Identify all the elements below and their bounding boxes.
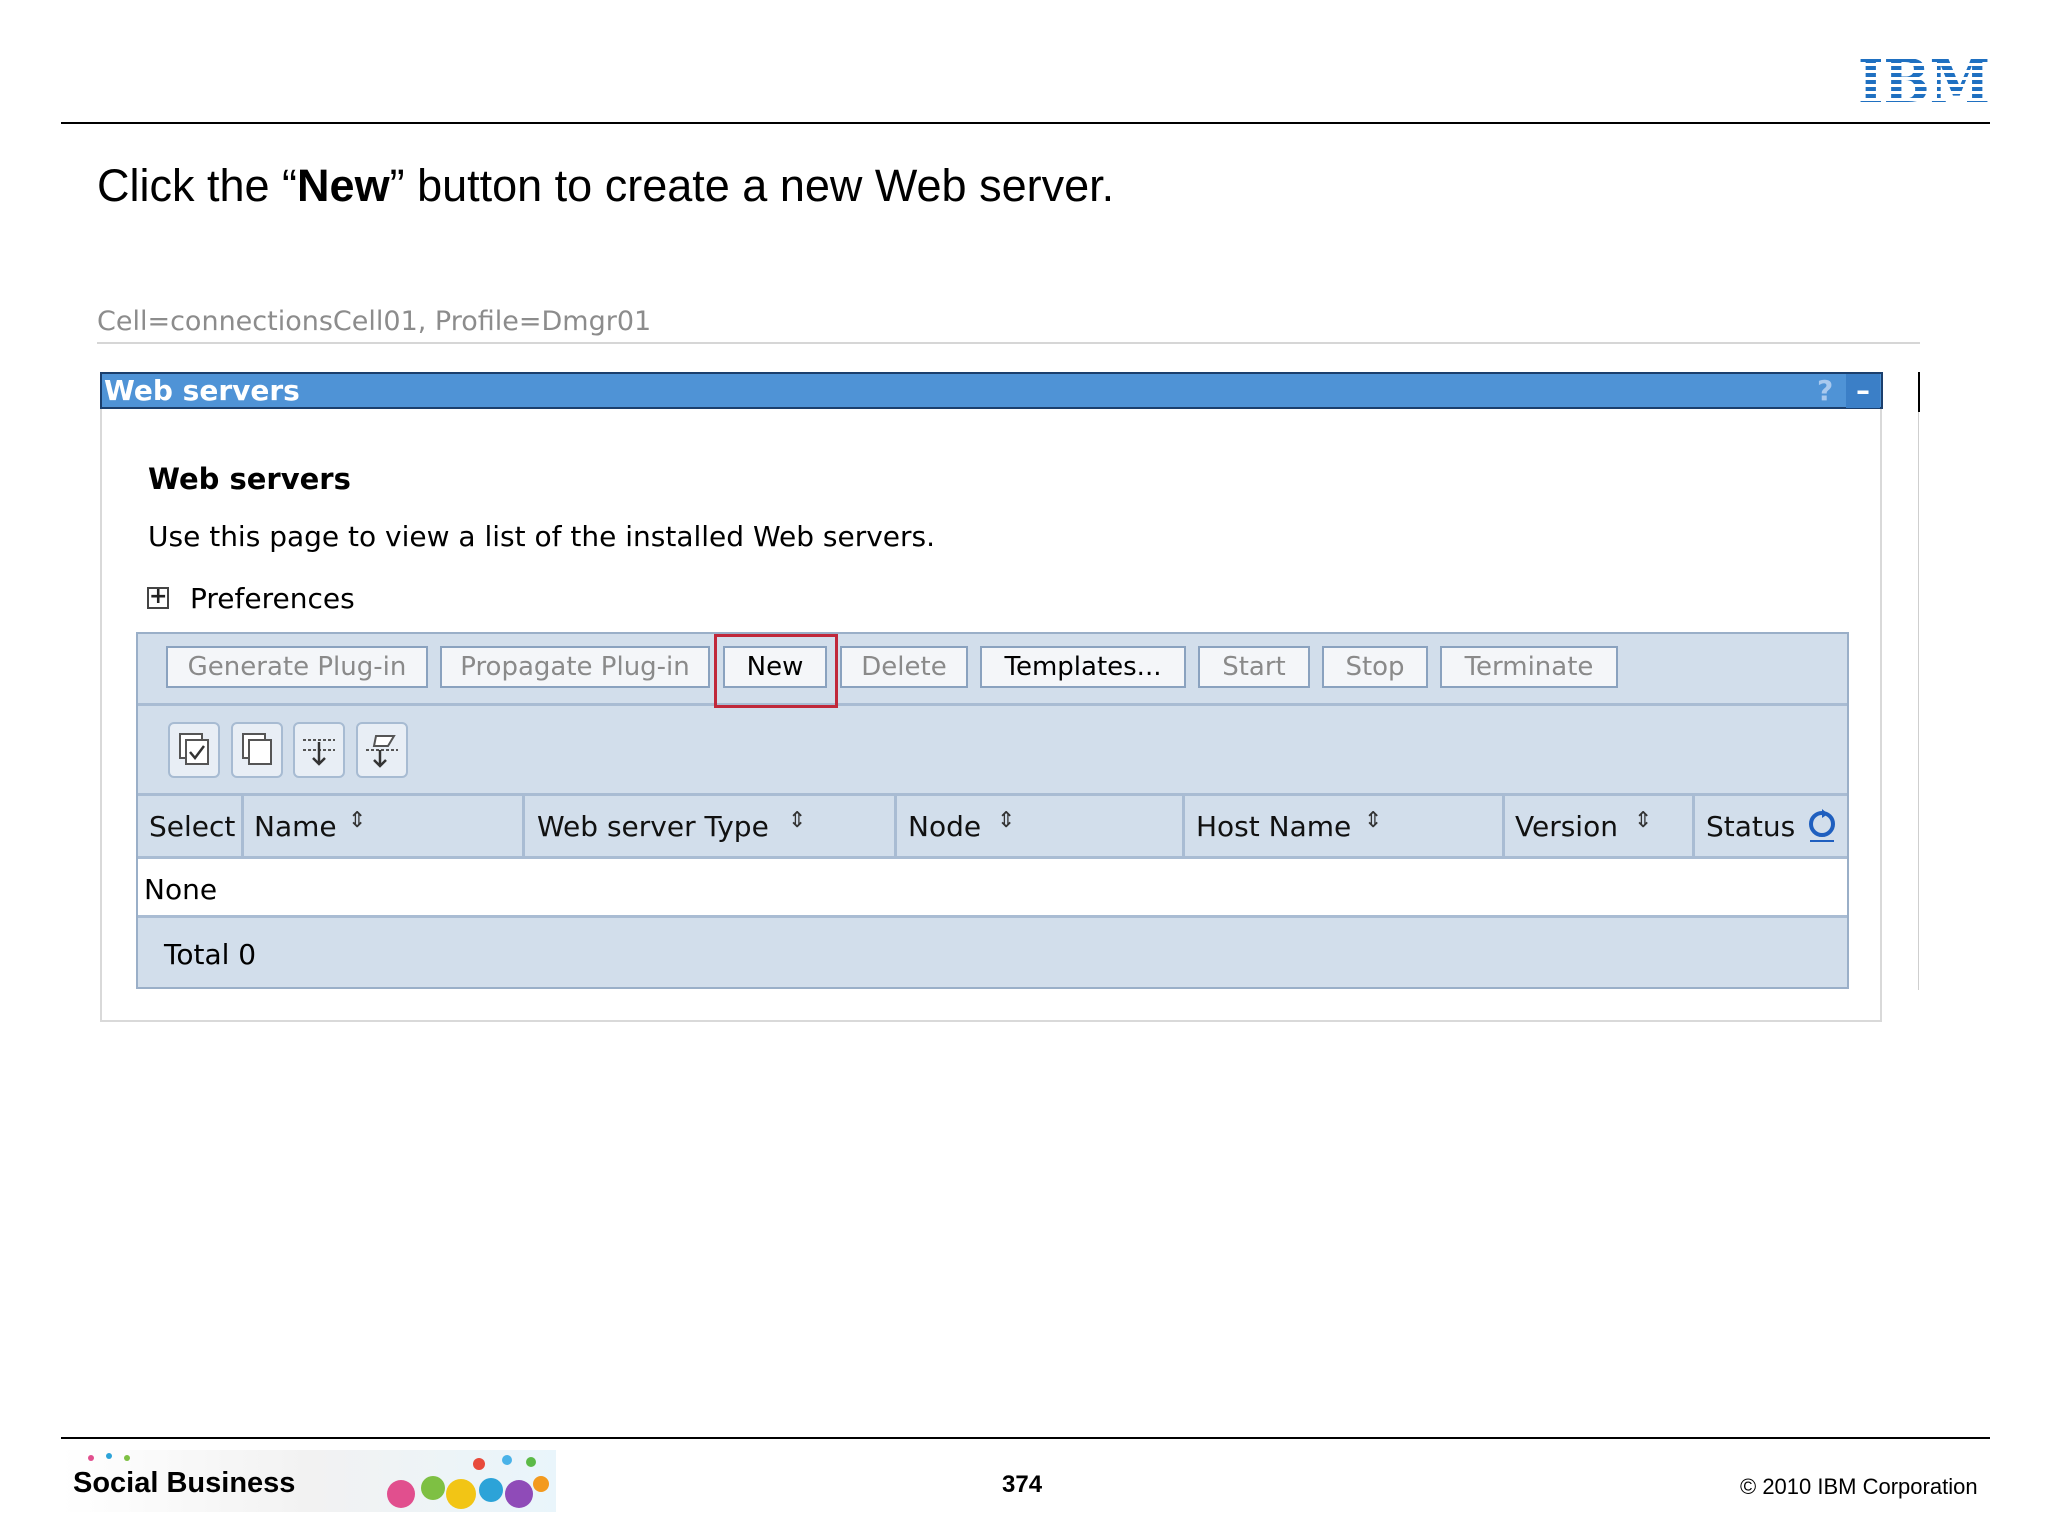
generate-plugin-button[interactable]: Generate Plug-in [166,646,428,688]
sort-icon[interactable]: ⇕ [348,808,366,833]
column-separator [522,796,525,858]
column-header-select: Select [149,810,236,843]
panel-edge [1918,372,1920,412]
page-number: 374 [1002,1471,1043,1498]
propagate-plugin-button[interactable]: Propagate Plug-in [440,646,710,688]
sort-icon[interactable]: ⇕ [997,808,1015,833]
total-count: Total 0 [164,938,257,971]
expand-icon[interactable]: + [147,586,169,609]
sort-icon[interactable]: ⇕ [1634,808,1652,833]
svg-text:IBM: IBM [1858,52,1990,106]
sort-icon[interactable]: ⇕ [1364,808,1382,833]
column-separator [1182,796,1185,858]
select-all-icon[interactable] [168,722,220,778]
panel-title: Web servers [104,374,300,407]
column-header-status: Status [1706,810,1796,843]
column-header-node[interactable]: Node [908,810,981,843]
panel-edge-light [1918,412,1919,990]
column-header-name[interactable]: Name [254,810,337,843]
instruction-text: Click the “New” button to create a new W… [97,160,1114,212]
column-header-version[interactable]: Version [1515,810,1618,843]
start-button[interactable]: Start [1198,646,1310,688]
deselect-all-icon[interactable] [231,722,283,778]
terminate-button[interactable]: Terminate [1440,646,1618,688]
templates-button[interactable]: Templates... [980,646,1186,688]
instruction-suffix: ” button to create a new Web server. [389,160,1115,211]
table-divider [138,915,1847,918]
show-filter-icon[interactable] [293,722,345,778]
ibm-logo: IBM [1858,47,1990,117]
section-heading: Web servers [148,462,351,496]
new-button-highlight [714,634,838,708]
copyright: © 2010 IBM Corporation [1740,1474,1978,1499]
minimize-button[interactable]: – [1846,374,1880,408]
column-separator [894,796,897,858]
refresh-status-icon[interactable] [1806,808,1838,848]
help-icon[interactable]: ? [1817,374,1833,407]
column-header-host[interactable]: Host Name [1196,810,1351,843]
breadcrumb-divider [97,342,1920,344]
preferences-link[interactable]: Preferences [190,582,355,615]
section-description: Use this page to view a list of the inst… [148,520,936,553]
sort-icon[interactable]: ⇕ [788,808,806,833]
clear-filter-icon[interactable] [356,722,408,778]
column-separator [1692,796,1695,858]
table-divider [138,703,1847,706]
empty-row-text: None [144,873,218,906]
column-separator [241,796,244,858]
table-row [138,859,1847,915]
breadcrumb: Cell=connectionsCell01, Profile=Dmgr01 [97,306,652,337]
instruction-prefix: Click the “ [97,160,298,211]
column-header-type[interactable]: Web server Type [537,810,769,843]
stop-button[interactable]: Stop [1322,646,1428,688]
instruction-emphasis: New [297,160,390,211]
footer-divider [61,1437,1990,1439]
header-divider [61,122,1990,124]
panel-titlebar [100,372,1883,409]
column-separator [1502,796,1505,858]
footer-brand: Social Business [73,1467,296,1499]
delete-button[interactable]: Delete [840,646,968,688]
